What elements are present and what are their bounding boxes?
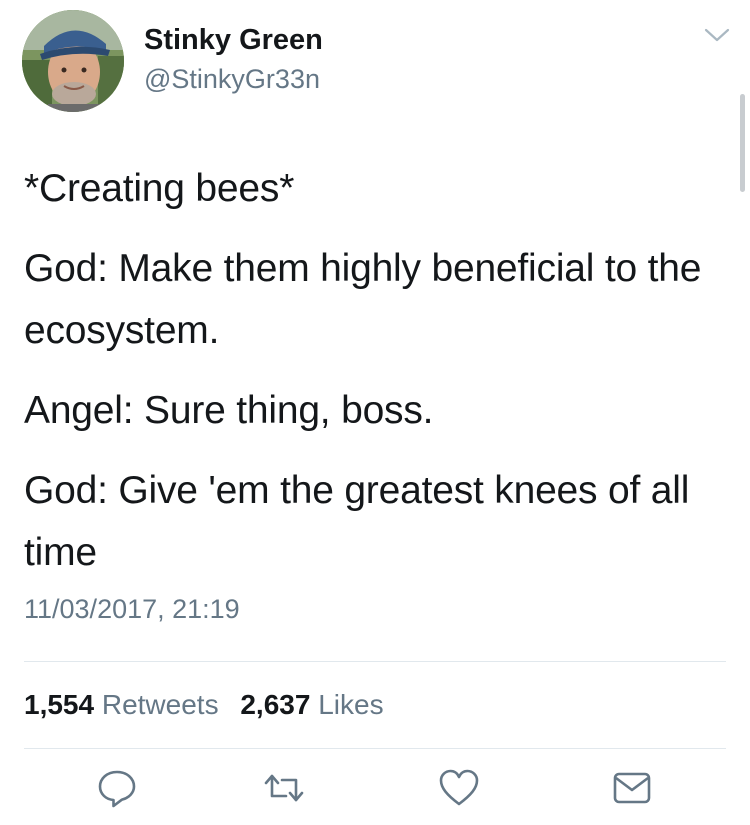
tweet-timestamp[interactable]: 11/03/2017, 21:19 [24,592,240,626]
likes-label: Likes [318,689,384,720]
heart-icon[interactable] [437,766,481,810]
chevron-down-icon[interactable] [704,26,730,44]
likes-stat[interactable]: 2,637 Likes [240,689,383,720]
likes-count: 2,637 [240,689,311,720]
retweet-icon[interactable] [262,766,306,810]
avatar[interactable] [22,10,124,112]
divider [24,661,726,662]
retweets-stat[interactable]: 1,554 Retweets [24,689,219,720]
author-name[interactable]: Stinky Green [144,22,323,58]
retweets-label: Retweets [101,689,219,720]
reply-icon[interactable] [95,766,139,810]
tweet-stats: 1,554 Retweets 2,637 Likes [24,688,384,722]
tweet-actions [0,766,750,816]
tweet-paragraph: Angel: Sure thing, boss. [24,389,434,432]
divider [24,748,726,749]
envelope-icon[interactable] [610,766,654,810]
author-handle[interactable]: @StinkyGr33n [144,62,320,96]
tweet-paragraph: God: Make them highly beneficial to the … [24,247,702,352]
avatar-photo [22,10,124,112]
tweet-paragraph: *Creating bees* [24,167,295,210]
tweet-detail: Stinky Green @StinkyGr33n *Creating bees… [0,0,750,825]
scrollbar[interactable] [740,94,745,192]
retweets-count: 1,554 [24,689,95,720]
tweet-text: *Creating bees* God: Make them highly be… [24,158,714,602]
tweet-paragraph: God: Give 'em the greatest knees of all … [24,469,690,574]
